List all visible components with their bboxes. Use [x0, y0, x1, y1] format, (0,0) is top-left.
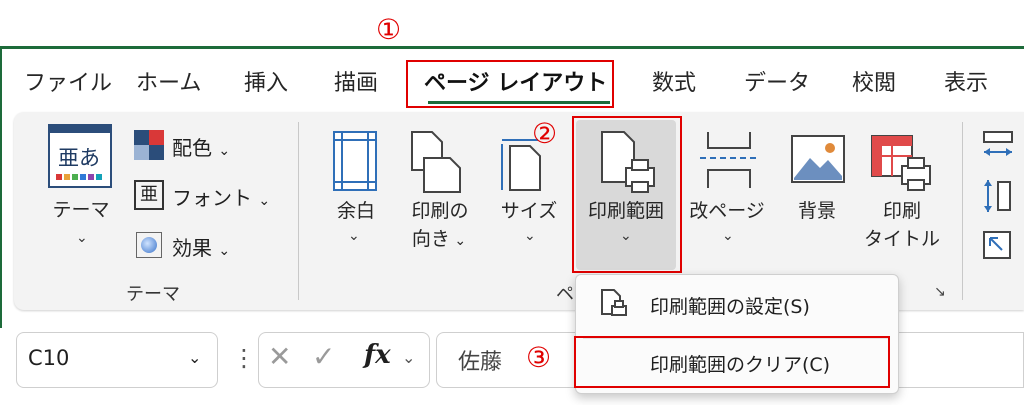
- width-icon[interactable]: [982, 130, 1016, 164]
- effects-icon: [136, 232, 162, 258]
- themes-chevron-icon: ⌄: [76, 230, 88, 246]
- highlight-print-area: [572, 116, 682, 273]
- colors-button[interactable]: 配色 ⌄: [172, 132, 230, 161]
- scale-icon[interactable]: [982, 230, 1016, 264]
- tab-data[interactable]: データ: [744, 62, 810, 106]
- effects-label: 効果: [172, 236, 212, 260]
- tab-draw[interactable]: 描画: [334, 62, 378, 106]
- vertical-ellipsis-icon[interactable]: ⋮: [232, 344, 256, 372]
- group-separator: [298, 122, 299, 300]
- group-label-themes: テーマ: [126, 284, 180, 305]
- group-separator-2: [962, 122, 963, 300]
- name-box-value: C10: [28, 346, 70, 370]
- tab-home[interactable]: ホーム: [136, 62, 201, 106]
- colors-label: 配色: [172, 136, 212, 160]
- effects-button[interactable]: 効果 ⌄: [172, 232, 230, 261]
- highlight-tab-page-layout: [406, 60, 614, 108]
- size-button[interactable]: サイズ: [496, 198, 562, 224]
- margins-button[interactable]: 余白: [326, 198, 386, 224]
- page-setup-dialog-launcher-icon[interactable]: ↘: [934, 284, 946, 300]
- fonts-label: フォント: [172, 186, 252, 210]
- print-titles-button[interactable]: タイトル: [860, 226, 944, 252]
- print-titles-label-line1[interactable]: 印刷: [864, 198, 940, 224]
- margins-icon: [332, 130, 378, 196]
- themes-label: テーマ: [52, 199, 110, 221]
- window-top-border: [0, 46, 1024, 49]
- breaks-chevron-icon: ⌄: [722, 228, 734, 244]
- set-print-area-icon: [600, 288, 628, 324]
- enter-check-icon[interactable]: ✓: [312, 340, 335, 373]
- name-box-chevron-icon[interactable]: ⌄: [188, 348, 201, 367]
- breaks-icon: [698, 130, 760, 194]
- fonts-icon: 亜: [134, 180, 164, 210]
- fonts-chevron-icon: ⌄: [258, 193, 271, 209]
- group-label-page-setup: ペ: [556, 284, 574, 305]
- tab-file[interactable]: ファイル: [24, 62, 112, 106]
- highlight-clear-print-area: [574, 336, 890, 388]
- tab-view[interactable]: 表示: [944, 62, 988, 106]
- tab-formulas[interactable]: 数式: [652, 62, 696, 106]
- cancel-icon[interactable]: ✕: [268, 340, 291, 373]
- size-chevron-icon: ⌄: [524, 228, 536, 244]
- background-icon: [790, 134, 846, 188]
- orientation-label-line1[interactable]: 印刷の: [402, 198, 478, 224]
- insert-function-button[interactable]: fx: [364, 340, 391, 370]
- tab-insert[interactable]: 挿入: [244, 62, 288, 106]
- effects-chevron-icon: ⌄: [218, 243, 231, 259]
- fonts-button[interactable]: フォント ⌄: [172, 182, 270, 211]
- orientation-icon: [410, 130, 464, 198]
- step-1-marker: ①: [376, 13, 402, 46]
- orientation-label-line2: 向き: [411, 228, 450, 250]
- colors-chevron-icon: ⌄: [218, 143, 231, 159]
- step-2-marker: ②: [532, 117, 558, 150]
- margins-chevron-icon: ⌄: [348, 228, 360, 244]
- tab-review[interactable]: 校閲: [852, 62, 896, 106]
- print-titles-icon: [870, 134, 934, 198]
- themes-icon-text: 亜あ: [58, 146, 100, 170]
- colors-icon: [134, 130, 164, 160]
- height-icon[interactable]: [982, 178, 1016, 218]
- orientation-button[interactable]: 向き ⌄: [404, 226, 474, 254]
- formula-expand-chevron-icon[interactable]: ⌄: [402, 348, 415, 367]
- orientation-chevron-icon: ⌄: [449, 233, 467, 249]
- background-button[interactable]: 背景: [786, 198, 848, 224]
- breaks-button[interactable]: 改ページ: [684, 198, 770, 224]
- step-3-marker: ③: [526, 341, 552, 374]
- menu-item-set-print-area[interactable]: 印刷範囲の設定(S): [650, 292, 810, 319]
- formula-content: 佐藤: [458, 350, 503, 375]
